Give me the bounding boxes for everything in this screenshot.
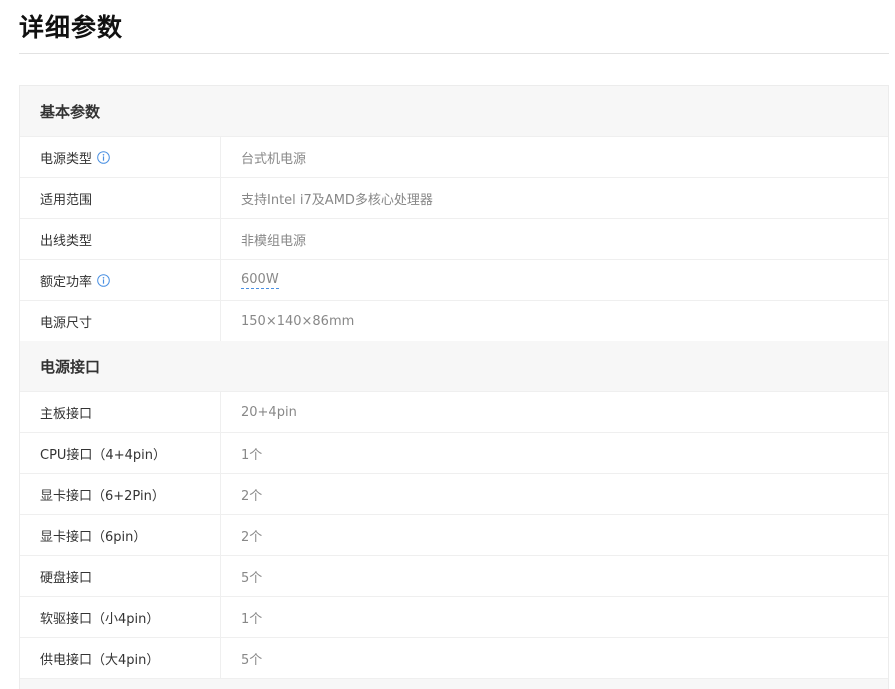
spec-label: 供电接口（大4pin） bbox=[20, 638, 221, 678]
spec-value: 2个 bbox=[241, 488, 263, 504]
spec-row: 供电接口（大4pin） 5个 bbox=[20, 638, 888, 679]
spec-value: 台式机电源 bbox=[241, 151, 307, 167]
spec-label: 出线类型 bbox=[20, 219, 221, 259]
info-circle-icon[interactable] bbox=[96, 150, 110, 164]
spec-table: 基本参数 电源类型 台式机电源 适用范围 支持Intel i7及AMD多核心处理… bbox=[19, 85, 889, 689]
spec-value: 5个 bbox=[241, 652, 263, 668]
spec-label: 硬盘接口 bbox=[20, 556, 221, 596]
page-title: 详细参数 bbox=[19, 13, 124, 42]
spec-label-text: 电源类型 bbox=[40, 151, 93, 167]
spec-row: CPU接口（4+4pin） 1个 bbox=[20, 433, 888, 474]
spec-value: 5个 bbox=[241, 570, 263, 586]
spec-value: 150×140×86mm bbox=[241, 313, 355, 329]
info-circle-icon[interactable] bbox=[96, 273, 110, 287]
title-divider bbox=[19, 53, 889, 54]
rated-power-link[interactable]: 600W bbox=[241, 272, 279, 289]
spec-row: 主板接口 20+4pin bbox=[20, 392, 888, 433]
spec-label: 电源尺寸 bbox=[20, 301, 221, 341]
spec-label: CPU接口（4+4pin） bbox=[20, 433, 221, 473]
spec-label: 额定功率 bbox=[20, 260, 221, 300]
spec-value: 支持Intel i7及AMD多核心处理器 bbox=[241, 192, 433, 208]
spec-row: 硬盘接口 5个 bbox=[20, 556, 888, 597]
section-header-basic: 基本参数 bbox=[20, 86, 888, 137]
spec-row: 电源类型 台式机电源 bbox=[20, 137, 888, 178]
spec-row: 显卡接口（6+2Pin） 2个 bbox=[20, 474, 888, 515]
spec-label: 主板接口 bbox=[20, 392, 221, 432]
spec-label: 软驱接口（小4pin） bbox=[20, 597, 221, 637]
spec-value: 1个 bbox=[241, 611, 263, 627]
spec-label: 显卡接口（6+2Pin） bbox=[20, 474, 221, 514]
spec-label: 显卡接口（6pin） bbox=[20, 515, 221, 555]
spec-value: 1个 bbox=[241, 447, 263, 463]
spec-label: 适用范围 bbox=[20, 178, 221, 218]
spec-label: 电源类型 bbox=[20, 137, 221, 177]
spec-row: 适用范围 支持Intel i7及AMD多核心处理器 bbox=[20, 178, 888, 219]
spec-row: 出线类型 非模组电源 bbox=[20, 219, 888, 260]
spec-row: 软驱接口（小4pin） 1个 bbox=[20, 597, 888, 638]
spec-value: 20+4pin bbox=[241, 404, 297, 420]
spec-row: 电源尺寸 150×140×86mm bbox=[20, 301, 888, 341]
spec-value: 600W bbox=[221, 260, 888, 300]
section-header-connectors: 电源接口 bbox=[20, 341, 888, 392]
spec-label-text: 额定功率 bbox=[40, 274, 93, 290]
next-section-header-edge bbox=[20, 679, 888, 689]
spec-row: 显卡接口（6pin） 2个 bbox=[20, 515, 888, 556]
spec-row: 额定功率 600W bbox=[20, 260, 888, 301]
spec-value: 非模组电源 bbox=[241, 233, 307, 249]
spec-value: 2个 bbox=[241, 529, 263, 545]
